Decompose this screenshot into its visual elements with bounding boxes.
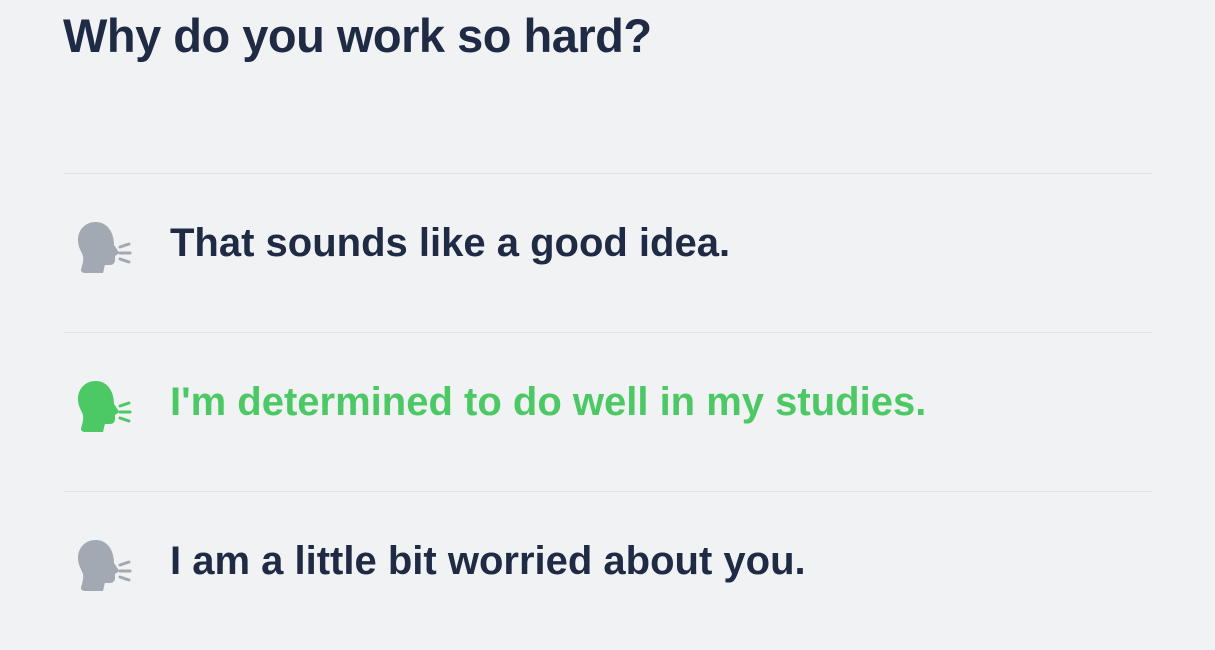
answer-text: That sounds like a good idea. — [170, 221, 731, 265]
answer-option[interactable]: That sounds like a good idea. — [63, 173, 1152, 332]
speaking-head-icon — [73, 377, 133, 435]
speaking-head-icon — [73, 218, 133, 276]
answer-text: I am a little bit worried about you. — [170, 539, 806, 583]
answer-options: That sounds like a good idea. I'm determ… — [63, 173, 1152, 650]
speaking-head-icon — [73, 536, 133, 594]
answer-text: I'm determined to do well in my studies. — [170, 380, 927, 424]
answer-option[interactable]: I'm determined to do well in my studies. — [63, 332, 1152, 491]
question-title: Why do you work so hard? — [63, 9, 652, 62]
answer-option[interactable]: I am a little bit worried about you. — [63, 491, 1152, 650]
